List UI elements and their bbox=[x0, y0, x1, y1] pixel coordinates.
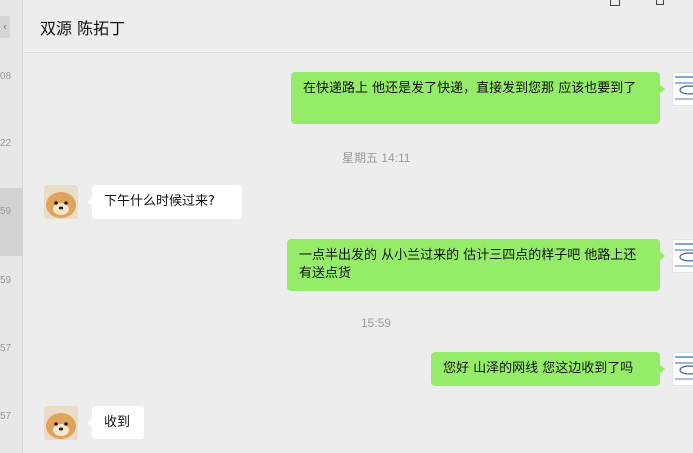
dog-avatar-icon bbox=[44, 185, 78, 219]
contact-avatar[interactable] bbox=[44, 406, 78, 440]
message-bubble-incoming[interactable]: 收到 bbox=[87, 406, 144, 439]
message-bubble-incoming[interactable]: 下午什么时候过来? bbox=[87, 185, 242, 219]
self-avatar[interactable] bbox=[672, 239, 693, 273]
time-separator: 15:59 bbox=[361, 316, 392, 330]
chat-header: 双源 陈拓丁 bbox=[23, 0, 693, 53]
message-bubble-outgoing[interactable]: 一点半出发的 从小兰过来的 估计三四点的样子吧 他路上还有送点货 bbox=[287, 239, 665, 291]
minimize-icon[interactable] bbox=[610, 0, 620, 6]
chat-list-item-selected[interactable] bbox=[0, 188, 23, 256]
chat-title: 双源 陈拓丁 bbox=[40, 19, 126, 38]
chat-list-time: 22 bbox=[0, 138, 12, 149]
chat-list-time: 59 bbox=[0, 206, 12, 217]
message-text: 一点半出发的 从小兰过来的 估计三四点的样子吧 他路上还有送点货 bbox=[299, 248, 637, 281]
dog-avatar-icon bbox=[44, 406, 78, 440]
product-thumbnail-icon bbox=[675, 76, 693, 100]
time-separator: 星期五 14:11 bbox=[342, 151, 411, 165]
message-text: 下午什么时候过来? bbox=[104, 194, 215, 209]
product-thumbnail-icon bbox=[675, 243, 693, 267]
product-thumbnail-icon bbox=[675, 356, 693, 380]
message-text: 在快递路上 他还是发了快递，直接发到您那 应该也要到了 bbox=[303, 81, 637, 96]
pin-icon[interactable] bbox=[656, 0, 664, 5]
chat-list-time: 59 bbox=[0, 275, 12, 286]
message-bubble-outgoing[interactable]: 在快递路上 他还是发了快递，直接发到您那 应该也要到了 bbox=[291, 72, 665, 124]
message-bubble-outgoing[interactable]: 您好 山泽的网线 您这边收到了吗 bbox=[431, 352, 665, 386]
chat-list-strip[interactable]: ‹ 08 22 59 59 57 57 bbox=[0, 0, 23, 453]
chat-list-time: 57 bbox=[0, 343, 12, 354]
message-text: 您好 山泽的网线 您这边收到了吗 bbox=[443, 361, 634, 376]
collapse-arrow-icon[interactable]: ‹ bbox=[0, 16, 10, 38]
message-text: 收到 bbox=[104, 415, 131, 430]
self-avatar[interactable] bbox=[672, 352, 693, 386]
chat-list-time: 08 bbox=[0, 71, 12, 82]
chat-list-time: 57 bbox=[0, 411, 12, 422]
contact-avatar[interactable] bbox=[44, 185, 78, 219]
self-avatar[interactable] bbox=[672, 72, 693, 106]
